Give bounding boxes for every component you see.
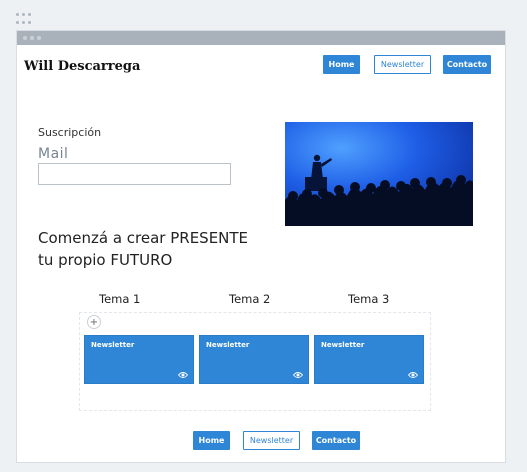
headline-line-2: tu propio FUTURO: [38, 251, 173, 269]
footer-newsletter-button[interactable]: Newsletter: [243, 431, 300, 450]
window-dot: [30, 36, 34, 40]
eye-icon[interactable]: [408, 371, 418, 379]
window-dot: [23, 36, 27, 40]
footer-home-button[interactable]: Home: [193, 431, 230, 450]
newsletter-card-1[interactable]: Newsletter: [84, 335, 194, 384]
nav-contacto-button[interactable]: Contacto: [443, 55, 491, 74]
card-title: Newsletter: [321, 341, 365, 349]
newsletter-card-3[interactable]: Newsletter: [314, 335, 424, 384]
card-title: Newsletter: [91, 341, 135, 349]
mail-input[interactable]: [38, 163, 231, 185]
nav-home-button[interactable]: Home: [323, 55, 360, 74]
tema-label-1: Tema 1: [99, 292, 141, 306]
eye-icon[interactable]: [178, 371, 188, 379]
nav-newsletter-button[interactable]: Newsletter: [374, 55, 431, 74]
mail-label: Mail: [38, 146, 69, 162]
add-icon[interactable]: +: [87, 315, 101, 329]
subscription-label: Suscripción: [38, 126, 102, 139]
card-title: Newsletter: [206, 341, 250, 349]
window-titlebar: [17, 31, 505, 45]
footer-contacto-button[interactable]: Contacto: [312, 431, 360, 450]
page-frame: Will Descarrega Home Newsletter Contacto…: [16, 30, 506, 463]
tema-label-3: Tema 3: [348, 292, 390, 306]
drag-handle-icon[interactable]: [16, 13, 32, 25]
newsletter-card-2[interactable]: Newsletter: [199, 335, 309, 384]
headline-line-1: Comenzá a crear PRESENTE: [38, 229, 249, 247]
hero-image: [285, 122, 473, 226]
brand-title: Will Descarrega: [24, 59, 141, 74]
window-dot: [37, 36, 41, 40]
headline: Comenzá a crear PRESENTE tu propio FUTUR…: [38, 227, 278, 271]
eye-icon[interactable]: [293, 371, 303, 379]
tema-label-2: Tema 2: [229, 292, 271, 306]
